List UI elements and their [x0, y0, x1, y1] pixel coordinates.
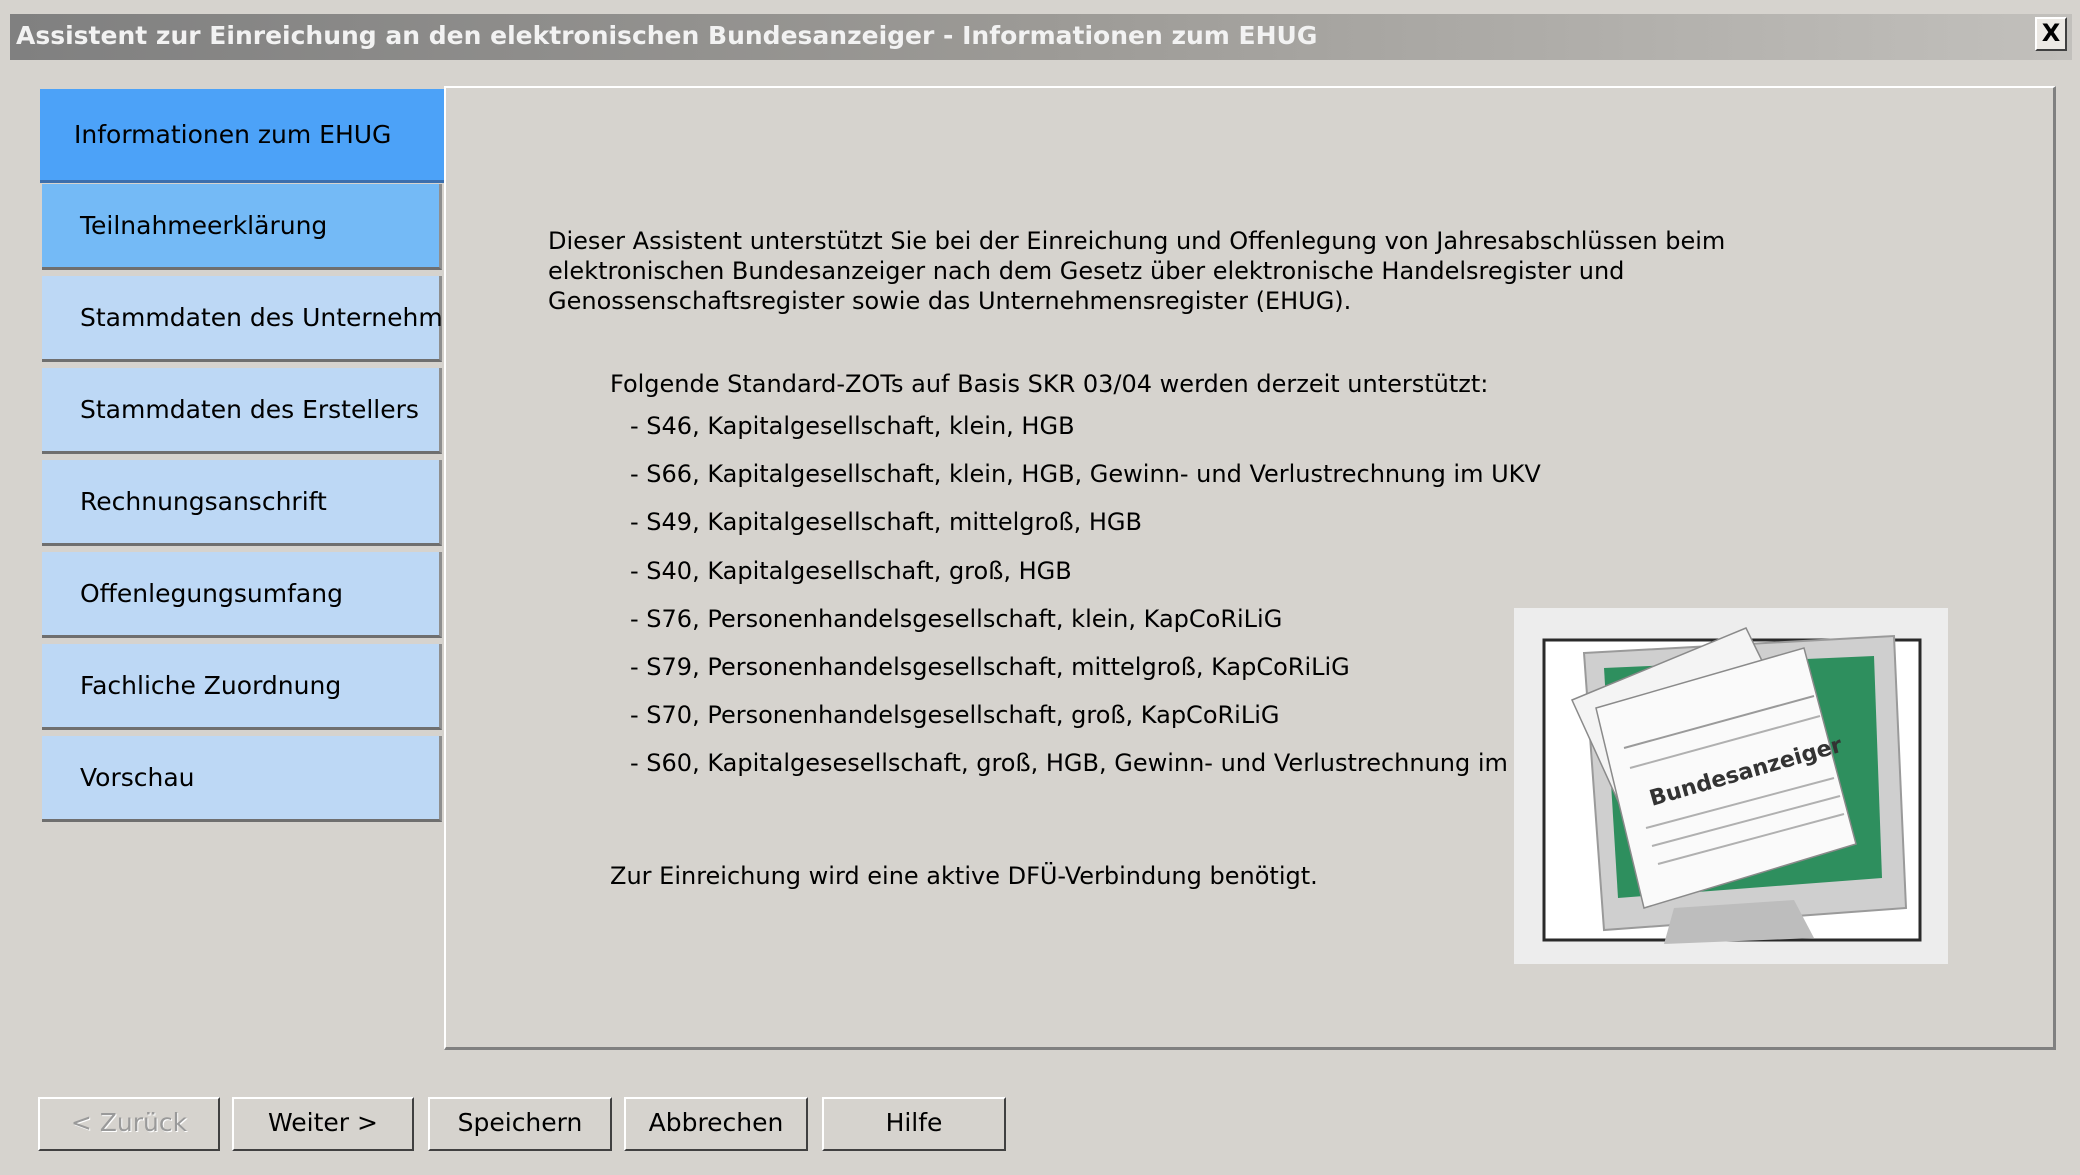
next-button[interactable]: Weiter >: [232, 1097, 414, 1151]
window-title: Assistent zur Einreichung an den elektro…: [16, 21, 1318, 50]
nav-item-label: Fachliche Zuordnung: [80, 671, 342, 700]
nav-item-rechnungsanschrift[interactable]: Rechnungsanschrift: [42, 460, 442, 546]
list-item: - S66, Kapitalgesellschaft, klein, HGB, …: [630, 460, 1541, 489]
nav-item-label: Offenlegungsumfang: [80, 579, 343, 608]
cancel-button[interactable]: Abbrechen: [624, 1097, 808, 1151]
zot-list-header: Folgende Standard-ZOTs auf Basis SKR 03/…: [610, 370, 1489, 398]
nav-item-informationen-zum-ehug[interactable]: Informationen zum EHUG: [40, 89, 449, 183]
nav-item-label: Stammdaten des Erstellers: [80, 395, 419, 424]
dfu-note: Zur Einreichung wird eine aktive DFÜ-Ver…: [610, 862, 1318, 890]
monitor-newspaper-image: Bundesanzeiger: [1542, 627, 1922, 944]
close-button[interactable]: X: [2035, 17, 2067, 51]
zot-list: - S46, Kapitalgesellschaft, klein, HGB -…: [630, 412, 1565, 798]
save-button[interactable]: Speichern: [428, 1097, 612, 1151]
nav-item-stammdaten-unternehmen[interactable]: Stammdaten des Unternehmens: [42, 276, 487, 362]
nav-item-vorschau[interactable]: Vorschau: [42, 736, 442, 822]
nav-item-stammdaten-ersteller[interactable]: Stammdaten des Erstellers: [42, 368, 442, 454]
intro-text: Dieser Assistent unterstützt Sie bei der…: [548, 227, 1726, 315]
nav-item-label: Informationen zum EHUG: [74, 120, 392, 149]
back-button[interactable]: < Zurück: [38, 1097, 220, 1151]
list-item: - S76, Personenhandelsgesellschaft, klei…: [630, 604, 1283, 633]
nav-item-label: Stammdaten des Unternehmens: [80, 303, 487, 332]
nav-item-label: Rechnungsanschrift: [80, 487, 327, 516]
list-item: - S60, Kapitalgesesellschaft, groß, HGB,…: [630, 749, 1566, 778]
list-item: - S49, Kapitalgesellschaft, mittelgroß, …: [630, 508, 1142, 537]
nav-item-teilnahmeerklaerung[interactable]: Teilnahmeerklärung: [42, 184, 442, 270]
bundesanzeiger-illustration: Bundesanzeiger: [1514, 608, 1948, 964]
list-item: - S40, Kapitalgesellschaft, groß, HGB: [630, 556, 1072, 585]
help-button[interactable]: Hilfe: [822, 1097, 1006, 1151]
nav-item-label: Teilnahmeerklärung: [80, 211, 328, 240]
window-titlebar: Assistent zur Einreichung an den elektro…: [10, 14, 2072, 60]
list-item: - S79, Personenhandelsgesellschaft, mitt…: [630, 652, 1350, 681]
nav-item-offenlegungsumfang[interactable]: Offenlegungsumfang: [42, 552, 442, 638]
nav-item-fachliche-zuordnung[interactable]: Fachliche Zuordnung: [42, 644, 442, 730]
list-item: - S46, Kapitalgesellschaft, klein, HGB: [630, 412, 1075, 440]
list-item: - S70, Personenhandelsgesellschaft, groß…: [630, 701, 1280, 730]
nav-item-label: Vorschau: [80, 763, 195, 792]
